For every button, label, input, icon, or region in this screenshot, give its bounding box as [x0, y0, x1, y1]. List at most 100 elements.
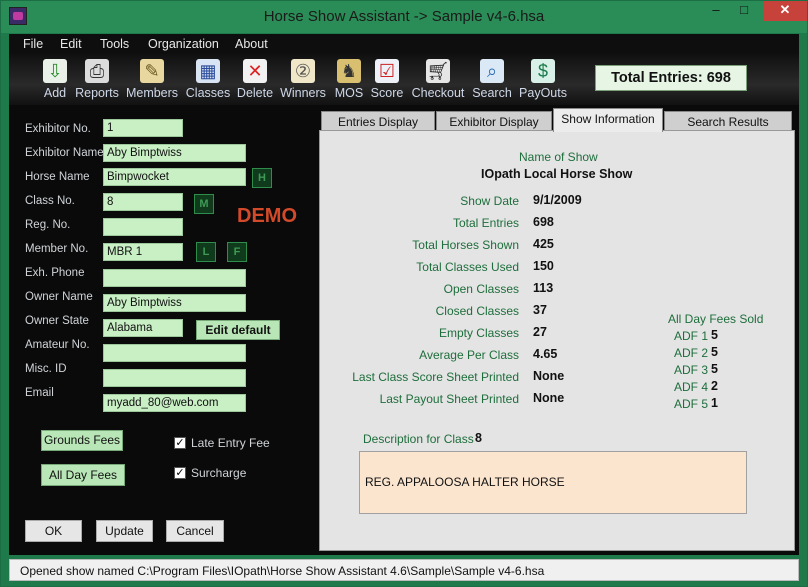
- email-label: Email: [25, 387, 54, 399]
- reports-label: Reports: [75, 86, 119, 100]
- grounds-fees-button[interactable]: Grounds Fees: [41, 430, 123, 451]
- cancel-button[interactable]: Cancel: [166, 520, 224, 542]
- owner-name-field[interactable]: Aby Bimptwiss: [103, 294, 246, 312]
- closed-classes-value: 37: [533, 303, 547, 317]
- surcharge-label: Surcharge: [191, 466, 247, 480]
- member-no-label: Member No.: [25, 243, 89, 255]
- late-entry-fee-label: Late Entry Fee: [191, 436, 270, 450]
- horse-lookup-button[interactable]: H: [252, 168, 272, 188]
- member-no-field[interactable]: MBR 1: [103, 243, 183, 261]
- empty-classes-value: 27: [533, 325, 547, 339]
- show-name-label: Name of Show: [519, 150, 598, 164]
- adf-1-label: ADF 1: [674, 329, 709, 343]
- total-horses-label: Total Horses Shown: [412, 238, 519, 252]
- adf-3-label: ADF 3: [674, 363, 709, 377]
- score-icon: ☑: [375, 59, 399, 83]
- search-button[interactable]: ⌕ Search: [463, 59, 521, 103]
- menu-organization[interactable]: Organization: [148, 37, 219, 51]
- class-no-label: Class No.: [25, 195, 75, 207]
- menu-tools[interactable]: Tools: [100, 37, 129, 51]
- cart-icon: 🛒︎: [426, 59, 450, 83]
- members-label: Members: [125, 86, 179, 100]
- score-label: Score: [370, 86, 404, 100]
- open-classes-value: 113: [533, 281, 554, 295]
- maximize-button[interactable]: □: [731, 1, 757, 21]
- members-button[interactable]: ✎ Members: [123, 59, 181, 103]
- title-bar[interactable]: Horse Show Assistant -> Sample v4-6.hsa …: [1, 1, 807, 33]
- classes-icon: ▦: [196, 59, 220, 83]
- class-no-field[interactable]: 8: [103, 193, 183, 211]
- class-lookup-button[interactable]: M: [194, 194, 214, 214]
- owner-state-label: Owner State: [25, 315, 89, 327]
- adf-5-label: ADF 5: [674, 397, 709, 411]
- class-description-text: REG. APPALOOSA HALTER HORSE: [365, 475, 565, 489]
- horse-name-field[interactable]: Bimpwocket: [103, 168, 246, 186]
- close-button[interactable]: ✕: [763, 1, 807, 21]
- exhibitor-no-field[interactable]: 1: [103, 119, 183, 137]
- last-score-sheet-value: None: [533, 369, 565, 383]
- member-f-button[interactable]: F: [227, 242, 247, 262]
- last-score-sheet-label: Last Class Score Sheet Printed: [352, 370, 519, 384]
- total-horses-value: 425: [533, 237, 554, 251]
- add-icon: ⇩: [43, 59, 67, 83]
- window-title: Horse Show Assistant -> Sample v4-6.hsa: [263, 8, 545, 25]
- exhibitor-name-field[interactable]: Aby Bimptwiss: [103, 144, 246, 162]
- all-day-fees-button[interactable]: All Day Fees: [41, 464, 125, 486]
- menu-about[interactable]: About: [235, 37, 268, 51]
- members-icon: ✎: [140, 59, 164, 83]
- app-window: Horse Show Assistant -> Sample v4-6.hsa …: [0, 0, 808, 587]
- reg-no-field[interactable]: [103, 218, 183, 236]
- exh-phone-field[interactable]: [103, 269, 246, 287]
- menu-file[interactable]: File: [23, 37, 43, 51]
- adf-4-value: 2: [711, 379, 718, 393]
- open-classes-label: Open Classes: [443, 282, 519, 296]
- amateur-no-label: Amateur No.: [25, 339, 90, 351]
- late-entry-fee-checkbox[interactable]: ✓: [174, 437, 186, 449]
- ok-button[interactable]: OK: [25, 520, 82, 542]
- menu-bar: File Edit Tools Organization About: [9, 34, 799, 54]
- show-date-value: 9/1/2009: [533, 193, 582, 207]
- reg-no-label: Reg. No.: [25, 219, 71, 231]
- tab-show-information[interactable]: Show Information: [553, 108, 663, 132]
- adf-1-value: 5: [711, 328, 718, 342]
- total-entries-display: Total Entries: 698: [595, 65, 747, 91]
- email-field[interactable]: myadd_80@web.com: [103, 394, 246, 412]
- show-name-value: IOpath Local Horse Show: [481, 167, 633, 181]
- member-l-button[interactable]: L: [196, 242, 216, 262]
- misc-id-field[interactable]: [103, 369, 246, 387]
- empty-classes-label: Empty Classes: [438, 326, 519, 340]
- status-bar: Opened show named C:\Program Files\IOpat…: [9, 559, 799, 581]
- score-button[interactable]: ☑ Score: [358, 59, 416, 103]
- edit-default-button[interactable]: Edit default: [196, 320, 280, 340]
- total-entries-label: Total Entries: [452, 216, 519, 230]
- update-button[interactable]: Update: [96, 520, 153, 542]
- demo-watermark: DEMO: [237, 205, 297, 227]
- menu-edit[interactable]: Edit: [60, 37, 82, 51]
- total-classes-value: 150: [533, 259, 554, 273]
- amateur-no-field[interactable]: [103, 344, 246, 362]
- adf-3-value: 5: [711, 362, 718, 376]
- closed-classes-label: Closed Classes: [435, 304, 519, 318]
- total-classes-label: Total Classes Used: [416, 260, 519, 274]
- adf-2-label: ADF 2: [674, 346, 709, 360]
- exh-phone-label: Exh. Phone: [25, 267, 85, 279]
- owner-state-field[interactable]: Alabama: [103, 319, 183, 337]
- payouts-button[interactable]: $ PayOuts: [514, 59, 572, 103]
- status-text: Opened show named C:\Program Files\IOpat…: [20, 564, 545, 578]
- search-icon: ⌕: [480, 59, 504, 83]
- adf-5-value: 1: [711, 396, 718, 410]
- payouts-icon: $: [531, 59, 555, 83]
- exhibitor-name-label: Exhibitor Name: [25, 147, 104, 159]
- reports-button[interactable]: ⎙ Reports: [68, 59, 126, 103]
- adf-4-label: ADF 4: [674, 380, 709, 394]
- minimize-button[interactable]: –: [703, 1, 729, 21]
- exhibitor-no-label: Exhibitor No.: [25, 123, 91, 135]
- horse-name-label: Horse Name: [25, 171, 90, 183]
- average-per-class-label: Average Per Class: [419, 348, 519, 362]
- total-entries-value: 698: [533, 215, 554, 229]
- surcharge-checkbox[interactable]: ✓: [174, 467, 186, 479]
- misc-id-label: Misc. ID: [25, 363, 67, 375]
- owner-name-label: Owner Name: [25, 291, 93, 303]
- average-per-class-value: 4.65: [533, 347, 558, 361]
- checkout-button[interactable]: 🛒︎ Checkout: [409, 59, 467, 103]
